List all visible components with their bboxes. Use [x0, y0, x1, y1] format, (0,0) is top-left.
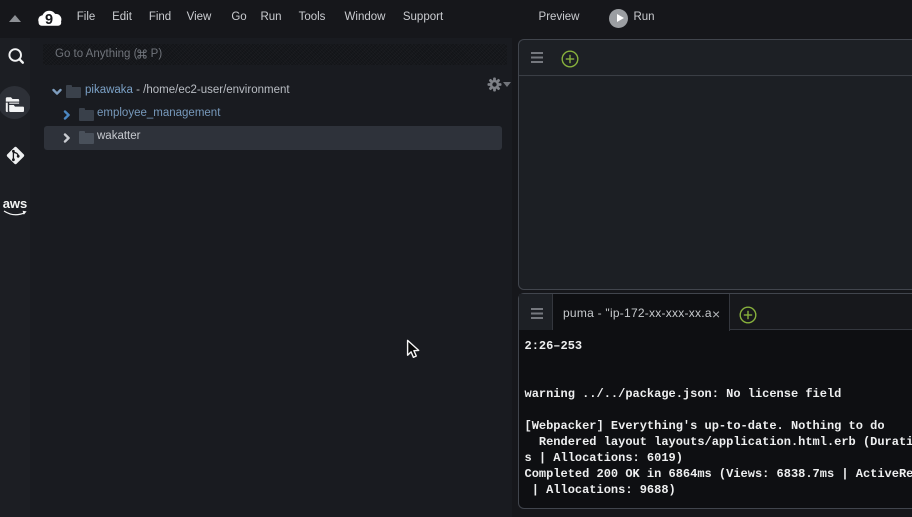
svg-text:9: 9: [45, 12, 53, 26]
